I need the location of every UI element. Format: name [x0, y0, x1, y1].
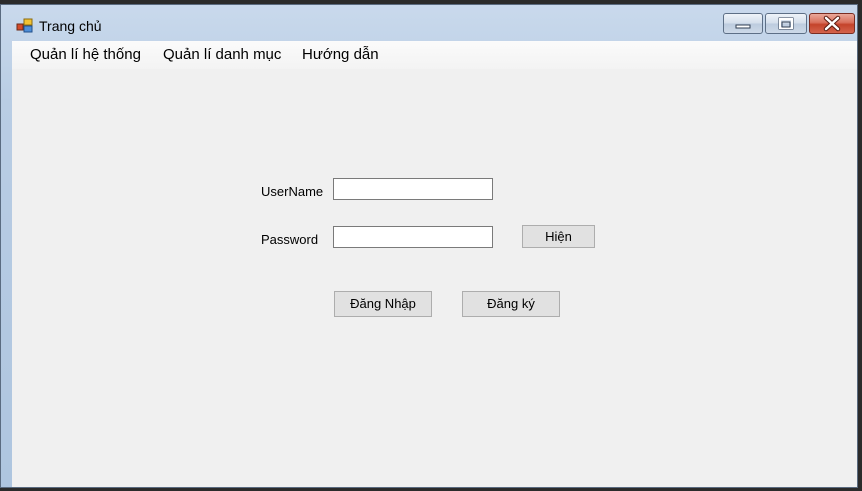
window-title: Trang chủ — [39, 18, 102, 34]
maximize-button[interactable] — [765, 13, 807, 34]
menu-quan-li-danh-muc[interactable]: Quản lí danh mục — [163, 45, 281, 65]
close-button[interactable] — [809, 13, 855, 34]
close-icon — [823, 15, 841, 32]
username-label: UserName — [261, 184, 324, 199]
show-password-button[interactable]: Hiện — [522, 225, 595, 248]
password-input[interactable] — [333, 226, 493, 248]
maximize-icon — [778, 17, 794, 30]
menu-huong-dan[interactable]: Hướng dẫn — [302, 45, 379, 65]
client-area: Quản lí hệ thống Quản lí danh mục Hướng … — [12, 41, 857, 487]
username-input[interactable] — [333, 178, 493, 200]
login-button[interactable]: Đăng Nhập — [334, 291, 432, 317]
register-button[interactable]: Đăng ký — [462, 291, 560, 317]
menu-quan-li-he-thong[interactable]: Quản lí hệ thống — [30, 45, 141, 65]
title-bar[interactable]: Trang chủ — [1, 5, 857, 41]
app-window-icon — [16, 18, 34, 34]
password-label: Password — [261, 232, 319, 247]
menu-bar: Quản lí hệ thống Quản lí danh mục Hướng … — [12, 41, 857, 69]
minimize-button[interactable] — [723, 13, 763, 34]
minimize-icon — [735, 24, 751, 29]
main-window: Trang chủ Quản lí hệ thống Quản lí danh … — [0, 4, 858, 488]
